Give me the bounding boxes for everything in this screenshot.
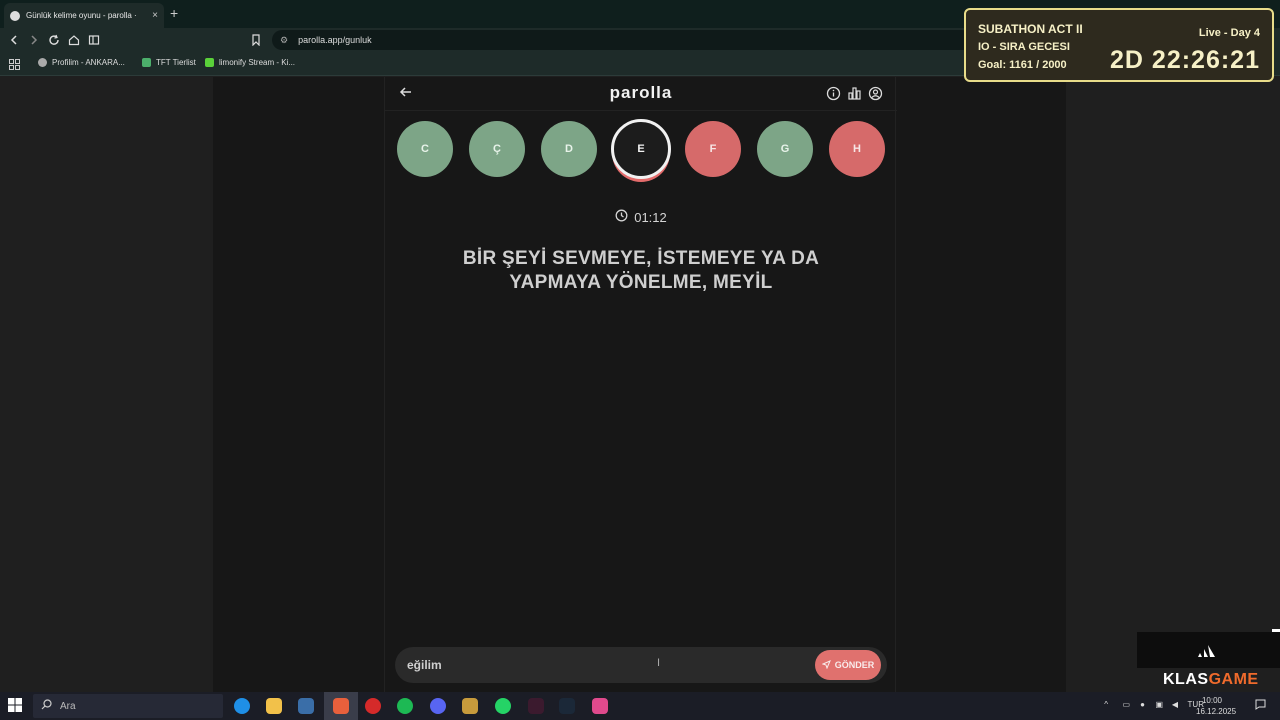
tab-close-icon[interactable]: × (152, 10, 158, 21)
bookmark-icon[interactable] (248, 32, 264, 48)
volume-icon[interactable]: ◀ (1172, 700, 1178, 709)
browser-tab[interactable]: Günlük kelime oyunu - parolla · × (4, 3, 164, 28)
clue-line-2: YAPMAYA YÖNELME, MEYİL (509, 272, 773, 293)
microphone-icon[interactable]: ● (1140, 700, 1145, 709)
letter-h[interactable]: H (829, 121, 885, 177)
tab-title: Günlük kelime oyunu - parolla · (26, 11, 137, 20)
overlay-title: SUBATHON ACT II (978, 22, 1083, 36)
notifications-icon[interactable] (1255, 699, 1266, 712)
overlay-countdown: 2D 22:26:21 (1110, 46, 1260, 74)
windows-start-icon[interactable] (8, 698, 24, 714)
clue-line-1: BİR ŞEYİ SEVMEYE, İSTEMEYE YA DA (462, 248, 820, 269)
letter-d[interactable]: D (541, 121, 597, 177)
parolla-app: parolla C Ç D E F G H 01:12 BİR ŞEYİ SEV… (384, 77, 897, 692)
letter-wheel: C Ç D E F G H (397, 119, 887, 179)
whatsapp-icon[interactable] (495, 698, 511, 714)
edge-icon[interactable] (234, 698, 250, 714)
app-icon[interactable] (592, 698, 608, 714)
answer-bar: I GÖNDER (395, 647, 887, 683)
tab-favicon-icon (10, 10, 20, 21)
timer-value: 01:12 (634, 209, 667, 225)
steam-icon[interactable] (559, 698, 575, 714)
letter-g[interactable]: G (757, 121, 813, 177)
send-label: GÖNDER (834, 660, 875, 670)
new-tab-button[interactable]: + (170, 5, 178, 21)
tray-chevron-icon[interactable]: ^ (1104, 700, 1108, 709)
network-icon[interactable]: ▣ (1155, 700, 1163, 709)
reload-icon[interactable] (46, 32, 62, 48)
sidebar-icon[interactable] (86, 32, 102, 48)
brave-icon[interactable] (333, 698, 349, 714)
url-text: parolla.app/gunluk (298, 35, 372, 45)
bookmark-item-limonify[interactable]: limonify Stream - Ki... (205, 58, 295, 67)
clock-date: 16.12.2025 (1196, 707, 1237, 716)
clock-time: 10:00 (1201, 696, 1223, 705)
letter-c[interactable]: C (397, 121, 453, 177)
app-header: parolla (385, 77, 897, 111)
clue-text: BİR ŞEYİ SEVMEYE, İSTEMEYE YA DA YAPMAYA… (415, 247, 867, 295)
timer: 01:12 (385, 209, 897, 225)
apps-grid-icon[interactable] (6, 56, 22, 72)
opera-icon[interactable] (365, 698, 381, 714)
search-icon (41, 699, 52, 713)
address-bar[interactable]: ⚙ parolla.app/gunluk (272, 30, 972, 50)
info-icon[interactable] (826, 86, 841, 101)
video-editor-icon[interactable] (528, 698, 544, 714)
send-button[interactable]: GÖNDER (815, 650, 881, 680)
app-logo: parolla (609, 83, 673, 102)
kick-icon (205, 58, 214, 67)
subathon-overlay: SUBATHON ACT II Live - Day 4 IO - SIRA G… (964, 8, 1274, 82)
back-arrow-icon[interactable] (6, 32, 22, 48)
taskbar-search[interactable]: Ara (33, 694, 223, 718)
overlay-live-day: Live - Day 4 (1198, 27, 1260, 39)
overlay-subtitle: IO - SIRA GECESI (978, 41, 1070, 53)
stats-icon[interactable] (847, 86, 862, 101)
spotify-icon[interactable] (397, 698, 413, 714)
bookmark-label: Profilim - ANKARA... (52, 58, 125, 67)
search-placeholder: Ara (60, 700, 76, 712)
game-text: GAME (1208, 671, 1259, 688)
letter-f[interactable]: F (685, 121, 741, 177)
league-client-icon[interactable] (462, 698, 478, 714)
adidas-logo-icon (1196, 643, 1218, 659)
overlay-goal: Goal: 1161 / 2000 (978, 59, 1067, 71)
windows-taskbar: Ara ^ ▭ ● ▣ ◀ TUR 10:00 16.12.2025 (0, 692, 1280, 720)
site-settings-icon[interactable]: ⚙ (280, 35, 288, 46)
clock-icon (615, 209, 628, 225)
page-viewport: parolla C Ç D E F G H 01:12 BİR ŞEYİ SEV… (0, 77, 1280, 692)
text-cursor-icon: I (657, 657, 661, 669)
system-clock[interactable]: 10:00 16.12.2025 (1196, 695, 1237, 717)
discord-icon[interactable] (430, 698, 446, 714)
send-icon (821, 659, 831, 671)
answer-input[interactable] (405, 656, 785, 674)
file-explorer-icon[interactable] (266, 698, 282, 714)
forward-arrow-icon[interactable] (26, 32, 42, 48)
bookmark-item-tft[interactable]: TFT Tierlist (142, 58, 196, 67)
klasgame-logo: KLASGAME (1163, 671, 1259, 689)
user-profile-icon[interactable] (868, 86, 883, 101)
tray-device-icon[interactable]: ▭ (1122, 700, 1130, 709)
bookmark-item-profilim[interactable]: Profilim - ANKARA... (38, 58, 125, 67)
globe-icon (38, 58, 47, 67)
letter-c-cedilla[interactable]: Ç (469, 121, 525, 177)
home-icon[interactable] (66, 32, 82, 48)
tft-icon (142, 58, 151, 67)
bookmark-label: TFT Tierlist (156, 58, 196, 67)
klas-text: KLAS (1163, 671, 1209, 688)
store-icon[interactable] (298, 698, 314, 714)
letter-e-active[interactable]: E (611, 119, 671, 179)
bookmark-label: limonify Stream - Ki... (219, 58, 296, 67)
